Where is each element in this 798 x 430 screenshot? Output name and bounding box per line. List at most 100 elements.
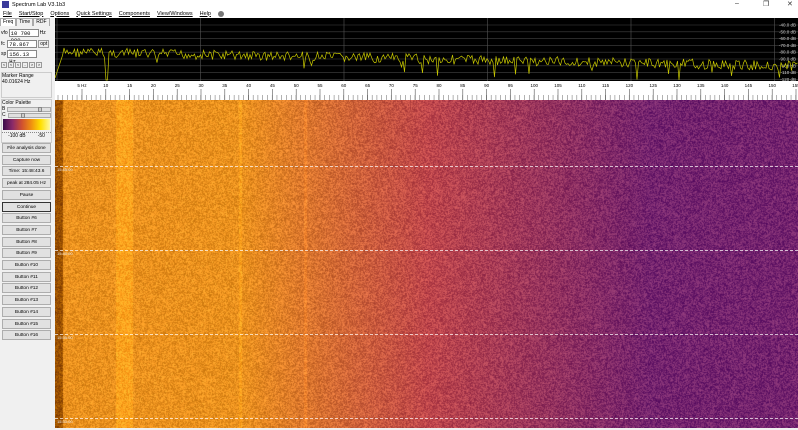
nav-button[interactable]: >: [36, 62, 42, 68]
db-label: -80.0 dB: [779, 50, 796, 55]
button-button-14[interactable]: Button #14: [2, 307, 51, 317]
vfo-label: vfo: [1, 30, 8, 36]
freq-label: 130: [673, 83, 681, 88]
menu-quick-settings[interactable]: Quick Settings: [76, 11, 111, 17]
marker-range-group: Marker Range 40.01624 Hz: [1, 72, 52, 98]
freq-label: 80: [436, 83, 442, 88]
freq-label: 35: [222, 83, 228, 88]
freq-label: 110: [578, 83, 586, 88]
vfo-input[interactable]: 10 700 000: [9, 29, 39, 37]
freq-label: 25: [175, 83, 181, 88]
sp-input[interactable]: 156.13 Hz: [7, 50, 37, 58]
nav-button[interactable]: <: [15, 62, 21, 68]
freq-label: 85: [460, 83, 466, 88]
button-button-13[interactable]: Button #13: [2, 295, 51, 305]
freq-label: 40: [246, 83, 252, 88]
time-marker-line: [55, 418, 798, 419]
time-marker-line: [55, 166, 798, 167]
button-button-12[interactable]: Button #12: [2, 283, 51, 293]
button-button-6[interactable]: Button #6: [2, 213, 51, 223]
freq-label: 45: [270, 83, 276, 88]
nav-button[interactable]: <: [8, 62, 14, 68]
contrast-label: C: [2, 112, 6, 118]
brightness-slider[interactable]: [7, 107, 51, 112]
menu-start-stop[interactable]: Start/Stop: [19, 11, 43, 17]
tab-rdf[interactable]: RDF: [33, 18, 49, 26]
freq-label: 155: [792, 83, 798, 88]
freq-label: 95: [508, 83, 514, 88]
marker-range-value: 40.01624 Hz: [2, 79, 51, 85]
tab-freq[interactable]: Freq: [0, 18, 16, 26]
db-label: -40.0 dB: [779, 23, 796, 28]
opt-button[interactable]: opt: [38, 40, 49, 48]
app-icon: [2, 1, 9, 8]
restore-button[interactable]: ❐: [763, 0, 769, 8]
freq-label: 20: [151, 83, 157, 88]
tab-time[interactable]: Time: [16, 18, 33, 26]
freq-label: 70: [389, 83, 395, 88]
freq-label: 135: [697, 83, 705, 88]
sp-label: sp: [1, 51, 6, 57]
minimize-button[interactable]: –: [735, 0, 739, 7]
freq-label: 105: [554, 83, 562, 88]
freq-label: 75: [413, 83, 419, 88]
freq-label: 65: [365, 83, 371, 88]
fc-input[interactable]: 78.867 Hz: [7, 40, 37, 48]
freq-label: 5 Hz: [77, 83, 87, 88]
palette-scale-min: -100 dB: [8, 133, 26, 139]
freq-label: 150: [768, 83, 776, 88]
time-marker-line: [55, 250, 798, 251]
button-continue[interactable]: Continue: [2, 202, 51, 212]
title-bar: Spectrum Lab V3.1b3 – ❐ ✕: [0, 0, 798, 9]
freq-label: 10: [103, 83, 109, 88]
freq-label: 120: [626, 83, 634, 88]
db-label: -60.0 dB: [779, 36, 796, 41]
freq-label: 30: [198, 83, 204, 88]
menu-file[interactable]: File: [3, 11, 12, 17]
spectrum-plot: -40.0 dB-50.0 dB -60.0 dB -70.0 dB -80.0 dB…: [55, 18, 798, 81]
freq-label: 115: [602, 83, 610, 88]
control-panel: Freq Time RDF vfo10 700 000Hz fc 78.867 …: [0, 18, 53, 428]
db-label: -110 dB: [781, 70, 796, 75]
button-button-8[interactable]: Button #8: [2, 237, 51, 247]
time-marker-label: 15:40:00: [57, 251, 73, 256]
freq-label: 140: [721, 83, 729, 88]
menu-help[interactable]: Help: [200, 11, 211, 17]
freq-label: 145: [745, 83, 753, 88]
button-peak-at-284-05-hz: peak at 284.05 Hz: [2, 178, 51, 188]
button-button-7[interactable]: Button #7: [2, 225, 51, 235]
palette-scale-max: -50: [38, 133, 45, 139]
window-title: Spectrum Lab V3.1b3: [12, 2, 65, 8]
time-marker-label: 15:45:00: [57, 167, 73, 172]
freq-label: 55: [317, 83, 323, 88]
button-pause[interactable]: Pause: [2, 190, 51, 200]
button-file-analysis-done[interactable]: File analysis done: [2, 143, 51, 153]
db-label: -50.0 dB: [779, 29, 796, 34]
freq-label: 15: [127, 83, 133, 88]
spectrum-graph[interactable]: -40.0 dB -50.0 dB -60.0 dB -70.0 dB -80.0 dB…: [55, 18, 798, 81]
button-button-9[interactable]: Button #9: [2, 248, 51, 258]
time-marker-line: [55, 334, 798, 335]
color-palette-group: Color Palette B C -100 dB -50: [1, 99, 52, 143]
button-button-10[interactable]: Button #10: [2, 260, 51, 270]
freq-label: 100: [530, 83, 538, 88]
waterfall-display[interactable]: [55, 100, 798, 428]
nav-button[interactable]: <: [1, 62, 7, 68]
button-button-11[interactable]: Button #11: [2, 272, 51, 282]
close-button[interactable]: ✕: [787, 0, 793, 8]
freq-label: 50: [294, 83, 300, 88]
menu-view-windows[interactable]: View/Windows: [157, 11, 193, 17]
contrast-slider[interactable]: [8, 113, 51, 118]
menu-options[interactable]: Options: [50, 11, 69, 17]
menu-components[interactable]: Components: [119, 11, 150, 17]
fc-label: fc: [1, 41, 5, 47]
button-capture-now[interactable]: Capture now: [2, 155, 51, 165]
freq-label: 90: [484, 83, 490, 88]
time-marker-label: 15:30:00: [57, 419, 73, 424]
freq-label: 125: [649, 83, 657, 88]
frequency-axis: 5 Hz 10 15 20 25 30 35 40 45 50 55 60 65 70 75 80 85 90 95…: [55, 81, 798, 100]
nav-button[interactable]: -: [22, 62, 28, 68]
button-button-15[interactable]: Button #15: [2, 319, 51, 329]
nav-button[interactable]: >: [29, 62, 35, 68]
button-button-16[interactable]: Button #16: [2, 330, 51, 340]
